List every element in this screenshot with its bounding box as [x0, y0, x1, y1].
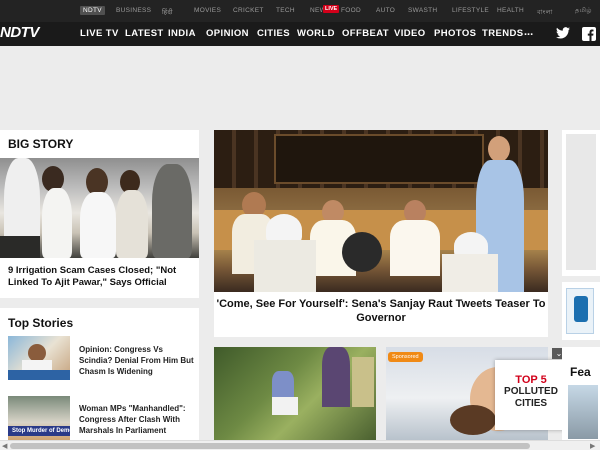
network-link-business[interactable]: BUSINESS — [116, 7, 151, 14]
sponsored-badge: Sponsored — [388, 352, 423, 362]
scroll-left-icon[interactable]: ◀ — [2, 442, 7, 450]
network-link-bangla[interactable]: বাংলা — [537, 7, 553, 18]
network-link-hindi[interactable]: हिंदी — [162, 7, 173, 16]
nav-item-trends[interactable]: TRENDS — [482, 28, 523, 39]
big-story-heading: BIG STORY — [8, 137, 74, 151]
twitter-icon[interactable] — [556, 27, 570, 42]
horizontal-scrollbar[interactable]: ◀ ▶ — [0, 440, 600, 450]
nav-item-opinion[interactable]: OPINION — [206, 28, 249, 39]
nav-item-photos[interactable]: PHOTOS — [434, 28, 476, 39]
scrollbar-thumb[interactable] — [10, 443, 530, 449]
nav-item-world[interactable]: WORLD — [297, 28, 335, 39]
promo-top5-label: TOP 5 — [515, 374, 547, 386]
network-link-lifestyle[interactable]: LIFESTYLE — [452, 7, 489, 14]
nav-item-latest[interactable]: LATEST — [125, 28, 164, 39]
network-link-auto[interactable]: AUTO — [376, 7, 395, 14]
network-link-cricket[interactable]: CRICKET — [233, 7, 264, 14]
network-link-swasth[interactable]: SWASTH — [408, 7, 437, 14]
network-link-ndtv[interactable]: NDTV — [80, 6, 105, 15]
big-story-headline[interactable]: 9 Irrigation Scam Cases Closed; "Not Lin… — [8, 265, 193, 289]
ad-space — [0, 46, 600, 126]
promo-polluted-label: POLLUTED — [504, 386, 558, 397]
nav-item-india[interactable]: INDIA — [168, 28, 196, 39]
nav-item-cities[interactable]: CITIES — [257, 28, 290, 39]
network-link-movies[interactable]: MOVIES — [194, 7, 221, 14]
right-side-card-2[interactable] — [562, 282, 600, 340]
big-story-image[interactable] — [0, 158, 199, 258]
nav-item-video[interactable]: VIDEO — [394, 28, 426, 39]
top-stories-heading: Top Stories — [8, 316, 74, 330]
promo-cities-label: CITIES — [514, 398, 548, 409]
more-menu-button[interactable]: ... — [524, 26, 533, 38]
network-link-food[interactable]: FOOD — [341, 7, 361, 14]
network-link-health[interactable]: HEALTH — [497, 7, 524, 14]
pollution-promo[interactable]: TOP 5 POLLUTED CITIES — [495, 360, 567, 430]
hero-story-image[interactable] — [214, 130, 548, 292]
story-image-protest[interactable] — [214, 347, 376, 440]
top-story-title-2[interactable]: Woman MPs "Manhandled": Congress After C… — [79, 403, 194, 436]
live-badge: LIVE — [323, 5, 340, 13]
top-story-thumb-2[interactable]: Stop Murder of Demo — [8, 396, 73, 440]
top-story-thumb-1[interactable] — [8, 336, 70, 380]
network-link-tech[interactable]: TECH — [276, 7, 295, 14]
features-heading-partial: Fea — [570, 365, 591, 379]
network-strip: NDTV BUSINESS हिंदी MOVIES CRICKET TECH … — [0, 0, 600, 22]
top-story-title-1[interactable]: Opinion: Congress Vs Scindia? Denial Fro… — [79, 344, 194, 377]
main-nav: NDTV LIVE TV LATEST INDIA OPINION CITIES… — [0, 22, 600, 46]
nav-item-offbeat[interactable]: OFFBEAT — [342, 28, 389, 39]
facebook-icon[interactable] — [582, 27, 596, 44]
ndtv-logo[interactable]: NDTV — [0, 24, 39, 41]
features-card[interactable]: Fea — [562, 347, 600, 440]
network-link-tamil[interactable]: தமிழ் — [575, 7, 592, 15]
scroll-right-icon[interactable]: ▶ — [590, 442, 595, 450]
hero-story-headline[interactable]: 'Come, See For Yourself': Sena's Sanjay … — [214, 297, 548, 325]
right-side-card[interactable] — [562, 130, 600, 276]
nav-item-live-tv[interactable]: LIVE TV — [80, 28, 119, 39]
